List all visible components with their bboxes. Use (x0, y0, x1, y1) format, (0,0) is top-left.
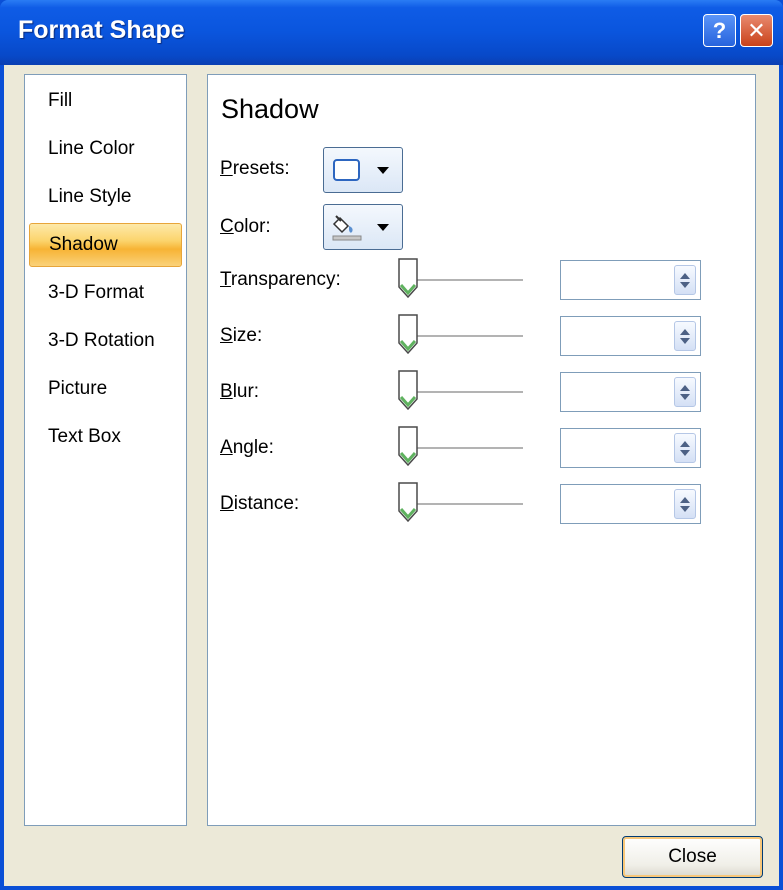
nav-item-line-color[interactable]: Line Color (29, 127, 182, 171)
blur-spin-buttons[interactable] (674, 377, 696, 407)
nav-item-label: Picture (48, 378, 108, 399)
format-shape-dialog: Format Shape ? ✕ Fill Line Color Line St… (0, 0, 783, 890)
angle-label: Angle: (220, 437, 274, 458)
distance-slider-thumb[interactable] (397, 481, 419, 523)
nav-item-3d-rotation[interactable]: 3-D Rotation (29, 319, 182, 363)
nav-item-3d-format[interactable]: 3-D Format (29, 271, 182, 315)
nav-item-picture[interactable]: Picture (29, 367, 182, 411)
nav-item-line-style[interactable]: Line Style (29, 175, 182, 219)
chevron-down-icon (377, 167, 389, 174)
transparency-label: Transparency: (220, 269, 341, 290)
presets-label: Presets: (220, 158, 290, 179)
nav-item-fill[interactable]: Fill (29, 79, 182, 123)
nav-item-label: Text Box (48, 426, 121, 447)
arrow-down-icon (680, 338, 690, 344)
nav-item-label: Line Color (48, 138, 135, 159)
nav-item-shadow[interactable]: Shadow (29, 223, 182, 267)
blur-label: Blur: (220, 381, 260, 402)
arrow-down-icon (680, 394, 690, 400)
dialog-body: Fill Line Color Line Style Shadow 3-D Fo… (4, 65, 779, 886)
angle-spinner[interactable] (560, 428, 701, 468)
section-title: Shadow (221, 94, 319, 124)
arrow-down-icon (680, 450, 690, 456)
size-slider-thumb[interactable] (397, 313, 419, 355)
presets-dropdown-button[interactable] (323, 147, 403, 193)
arrow-up-icon (680, 385, 690, 391)
size-label: Size: (220, 325, 263, 346)
angle-slider-track[interactable] (403, 447, 523, 450)
blur-spinner[interactable] (560, 372, 701, 412)
nav-item-label: Shadow (49, 234, 118, 255)
close-icon: ✕ (747, 17, 766, 43)
distance-spin-buttons[interactable] (674, 489, 696, 519)
distance-spinner[interactable] (560, 484, 701, 524)
transparency-spin-buttons[interactable] (674, 265, 696, 295)
color-dropdown-button[interactable] (323, 204, 403, 250)
blur-slider-thumb[interactable] (397, 369, 419, 411)
close-button[interactable]: Close (622, 836, 763, 878)
size-slider-track[interactable] (403, 335, 523, 338)
nav-item-label: 3-D Rotation (48, 330, 155, 351)
size-spinner[interactable] (560, 316, 701, 356)
title-bar[interactable]: Format Shape ? ✕ (0, 0, 783, 65)
blur-slider-track[interactable] (403, 391, 523, 394)
arrow-up-icon (680, 441, 690, 447)
size-spin-buttons[interactable] (674, 321, 696, 351)
window-close-button[interactable]: ✕ (740, 14, 773, 47)
help-icon: ? (712, 17, 727, 43)
transparency-slider-track[interactable] (403, 279, 523, 282)
arrow-up-icon (680, 497, 690, 503)
paint-bucket-icon (332, 215, 362, 241)
shadow-preset-icon (333, 159, 360, 181)
chevron-down-icon (377, 224, 389, 231)
window-frame-bottom (0, 886, 783, 890)
color-label: Color: (220, 216, 271, 237)
help-button[interactable]: ? (703, 14, 736, 47)
arrow-down-icon (680, 506, 690, 512)
nav-item-label: Fill (48, 90, 73, 111)
close-button-label: Close (668, 846, 717, 867)
transparency-slider-thumb[interactable] (397, 257, 419, 299)
dialog-title: Format Shape (18, 16, 185, 44)
distance-slider-track[interactable] (403, 503, 523, 506)
shadow-settings-panel: Shadow Presets: Color: Transparency: Siz… (207, 74, 756, 826)
distance-label: Distance: (220, 493, 300, 514)
nav-item-label: Line Style (48, 186, 132, 207)
arrow-up-icon (680, 273, 690, 279)
nav-item-label: 3-D Format (48, 282, 145, 303)
angle-slider-thumb[interactable] (397, 425, 419, 467)
transparency-spinner[interactable] (560, 260, 701, 300)
nav-item-text-box[interactable]: Text Box (29, 415, 182, 459)
category-list: Fill Line Color Line Style Shadow 3-D Fo… (24, 74, 187, 826)
arrow-down-icon (680, 282, 690, 288)
angle-spin-buttons[interactable] (674, 433, 696, 463)
arrow-up-icon (680, 329, 690, 335)
